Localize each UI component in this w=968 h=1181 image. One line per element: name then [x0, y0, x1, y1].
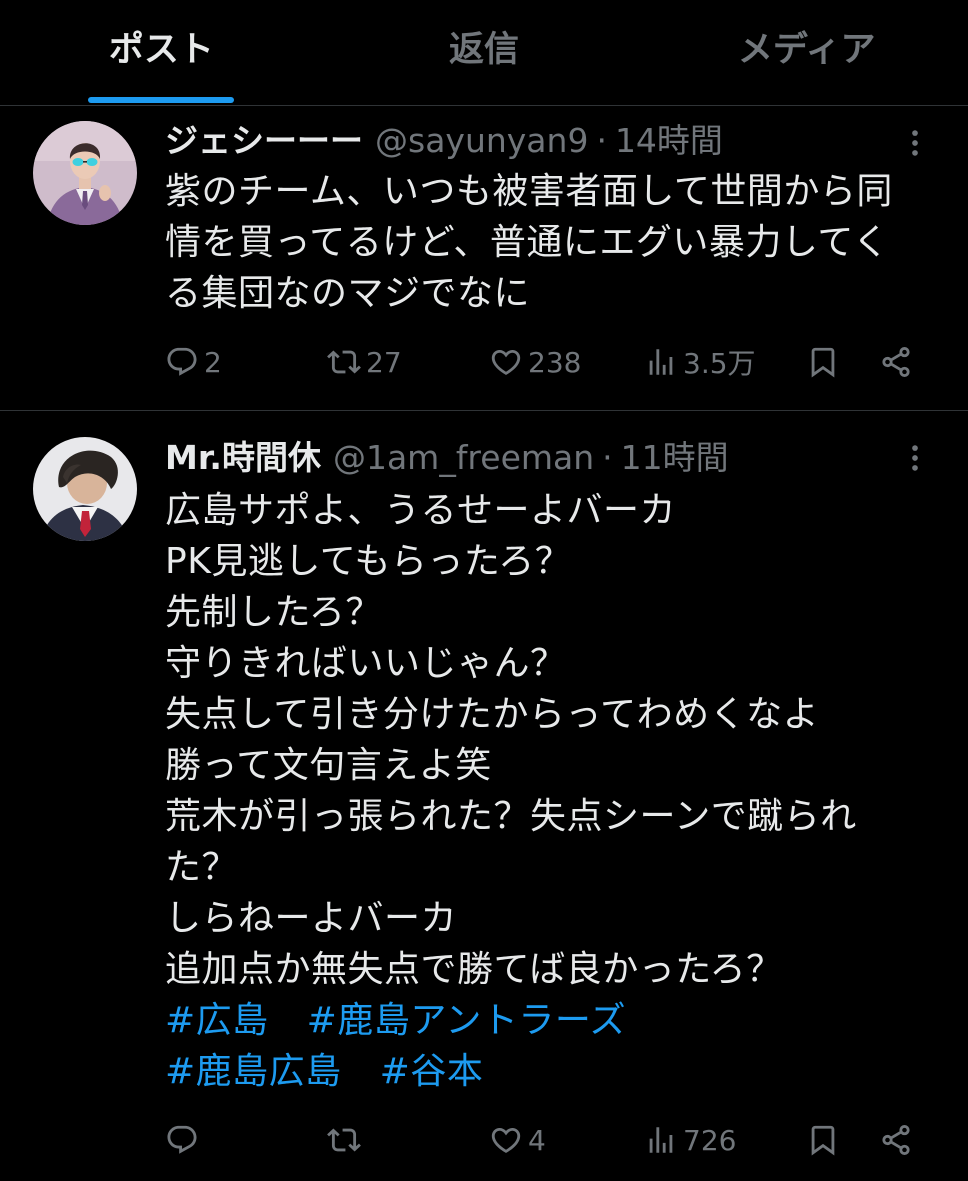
tab-posts-label: ポスト: [108, 30, 214, 70]
post-text: 広島サポよ、うるせーよバーカ PK見逃してもらったろ？ 先制したろ？ 守りきれば…: [165, 485, 945, 1097]
post-actions: 2 27 238 3.5万: [0, 339, 968, 385]
handle[interactable]: @sayunyan9: [375, 121, 588, 160]
post-text-line: 荒木が引っ張られた？失点シーンで蹴られ: [165, 796, 857, 837]
post-text-line: た？: [165, 847, 239, 888]
post-text-line: 先制したろ？: [165, 592, 382, 633]
repost-icon: [327, 350, 361, 374]
hashtag-line: #広島 #鹿島アントラーズ: [165, 995, 945, 1046]
more-vertical-icon: [912, 445, 918, 471]
like-button[interactable]: 4: [489, 1117, 546, 1163]
views-button[interactable]: 3.5万: [644, 339, 756, 385]
repost-button[interactable]: 27: [327, 339, 402, 385]
post-text-line: 情を買ってるけど、普通にエグい暴力してく: [165, 222, 890, 263]
display-name[interactable]: Mr.時間休: [165, 438, 321, 477]
separator: ·: [602, 438, 613, 477]
post[interactable]: Mr.時間休 @1am_freeman · 11時間 広島サポよ、うるせーよバーカ P…: [0, 411, 968, 1181]
active-tab-indicator: [88, 97, 235, 103]
share-button[interactable]: [879, 1117, 913, 1163]
tab-media[interactable]: メディア: [645, 0, 968, 105]
hashtag-link[interactable]: #鹿島アントラーズ: [307, 1000, 626, 1041]
post-actions: 4 726: [0, 1117, 968, 1163]
hashtag-link[interactable]: #広島: [165, 1000, 269, 1041]
profile-tabs: ポスト 返信 メディア: [0, 0, 968, 106]
like-button[interactable]: 238: [489, 339, 581, 385]
tab-replies[interactable]: 返信: [323, 0, 646, 105]
more-button[interactable]: [898, 441, 932, 475]
more-vertical-icon: [912, 130, 918, 156]
post-text-line: 広島サポよ、うるせーよバーカ: [165, 490, 677, 531]
tab-media-label: メディア: [737, 30, 876, 70]
heart-icon: [491, 1127, 521, 1153]
views-button[interactable]: 726: [644, 1117, 736, 1163]
hashtag-line: #鹿島広島 #谷本: [165, 1046, 945, 1097]
like-count: 238: [528, 345, 582, 379]
post-text-line: しらねーよバーカ: [165, 898, 458, 939]
post-text-line: 失点して引き分けたからってわめくなよ: [165, 694, 820, 735]
post-text-line: 追加点か無失点で勝てば良かったろ？: [165, 949, 783, 990]
views-count: 726: [683, 1123, 737, 1157]
bookmark-icon: [811, 347, 835, 378]
post-text-line: る集団なのマジでなに: [165, 273, 531, 314]
tab-posts[interactable]: ポスト: [0, 0, 323, 105]
repost-count: 27: [366, 345, 402, 379]
share-icon: [882, 346, 910, 378]
reply-icon: [167, 347, 197, 376]
reply-button[interactable]: 2: [165, 339, 222, 385]
views-chart-icon: [649, 1127, 673, 1153]
post-text-line: 紫のチーム、いつも被害者面して世間から同: [165, 171, 893, 212]
timestamp[interactable]: 14時間: [615, 121, 723, 160]
separator: ·: [596, 121, 607, 160]
hashtag-link[interactable]: #谷本: [380, 1051, 484, 1092]
avatar[interactable]: [33, 121, 137, 225]
post-text-line: 守りきればいいじゃん？: [165, 643, 567, 684]
reply-count: 2: [204, 345, 222, 379]
like-count: 4: [528, 1123, 546, 1157]
bookmark-button[interactable]: [806, 1117, 840, 1163]
hashtag-link[interactable]: #鹿島広島: [165, 1051, 342, 1092]
repost-icon: [327, 1128, 361, 1152]
display-name[interactable]: ジェシーーー: [165, 121, 363, 160]
avatar-image: [33, 437, 137, 541]
post-text-line: PK見逃してもらったろ？: [165, 541, 572, 582]
views-chart-icon: [649, 349, 673, 375]
share-icon: [882, 1124, 910, 1156]
post-text: 紫のチーム、いつも被害者面して世間から同 情を買ってるけど、普通にエグい暴力して…: [165, 166, 945, 319]
bookmark-button[interactable]: [806, 339, 840, 385]
reply-icon: [167, 1125, 197, 1154]
more-button[interactable]: [898, 126, 932, 160]
avatar-image: [33, 121, 137, 225]
reply-button[interactable]: [165, 1117, 204, 1163]
post[interactable]: ジェシーーー @sayunyan9 · 14時間 紫のチーム、いつも被害者面して世間か…: [0, 106, 968, 411]
avatar[interactable]: [33, 437, 137, 541]
share-button[interactable]: [879, 339, 913, 385]
post-header: ジェシーーー @sayunyan9 · 14時間: [165, 118, 880, 164]
timestamp[interactable]: 11時間: [621, 438, 729, 477]
heart-icon: [491, 349, 521, 375]
post-text-line: 勝って文句言えよ笑: [165, 745, 492, 786]
post-header: Mr.時間休 @1am_freeman · 11時間: [165, 435, 880, 481]
views-count: 3.5万: [683, 347, 756, 380]
tab-replies-label: 返信: [449, 30, 520, 70]
handle[interactable]: @1am_freeman: [333, 438, 594, 477]
bookmark-icon: [811, 1125, 835, 1156]
repost-button[interactable]: [327, 1117, 366, 1163]
